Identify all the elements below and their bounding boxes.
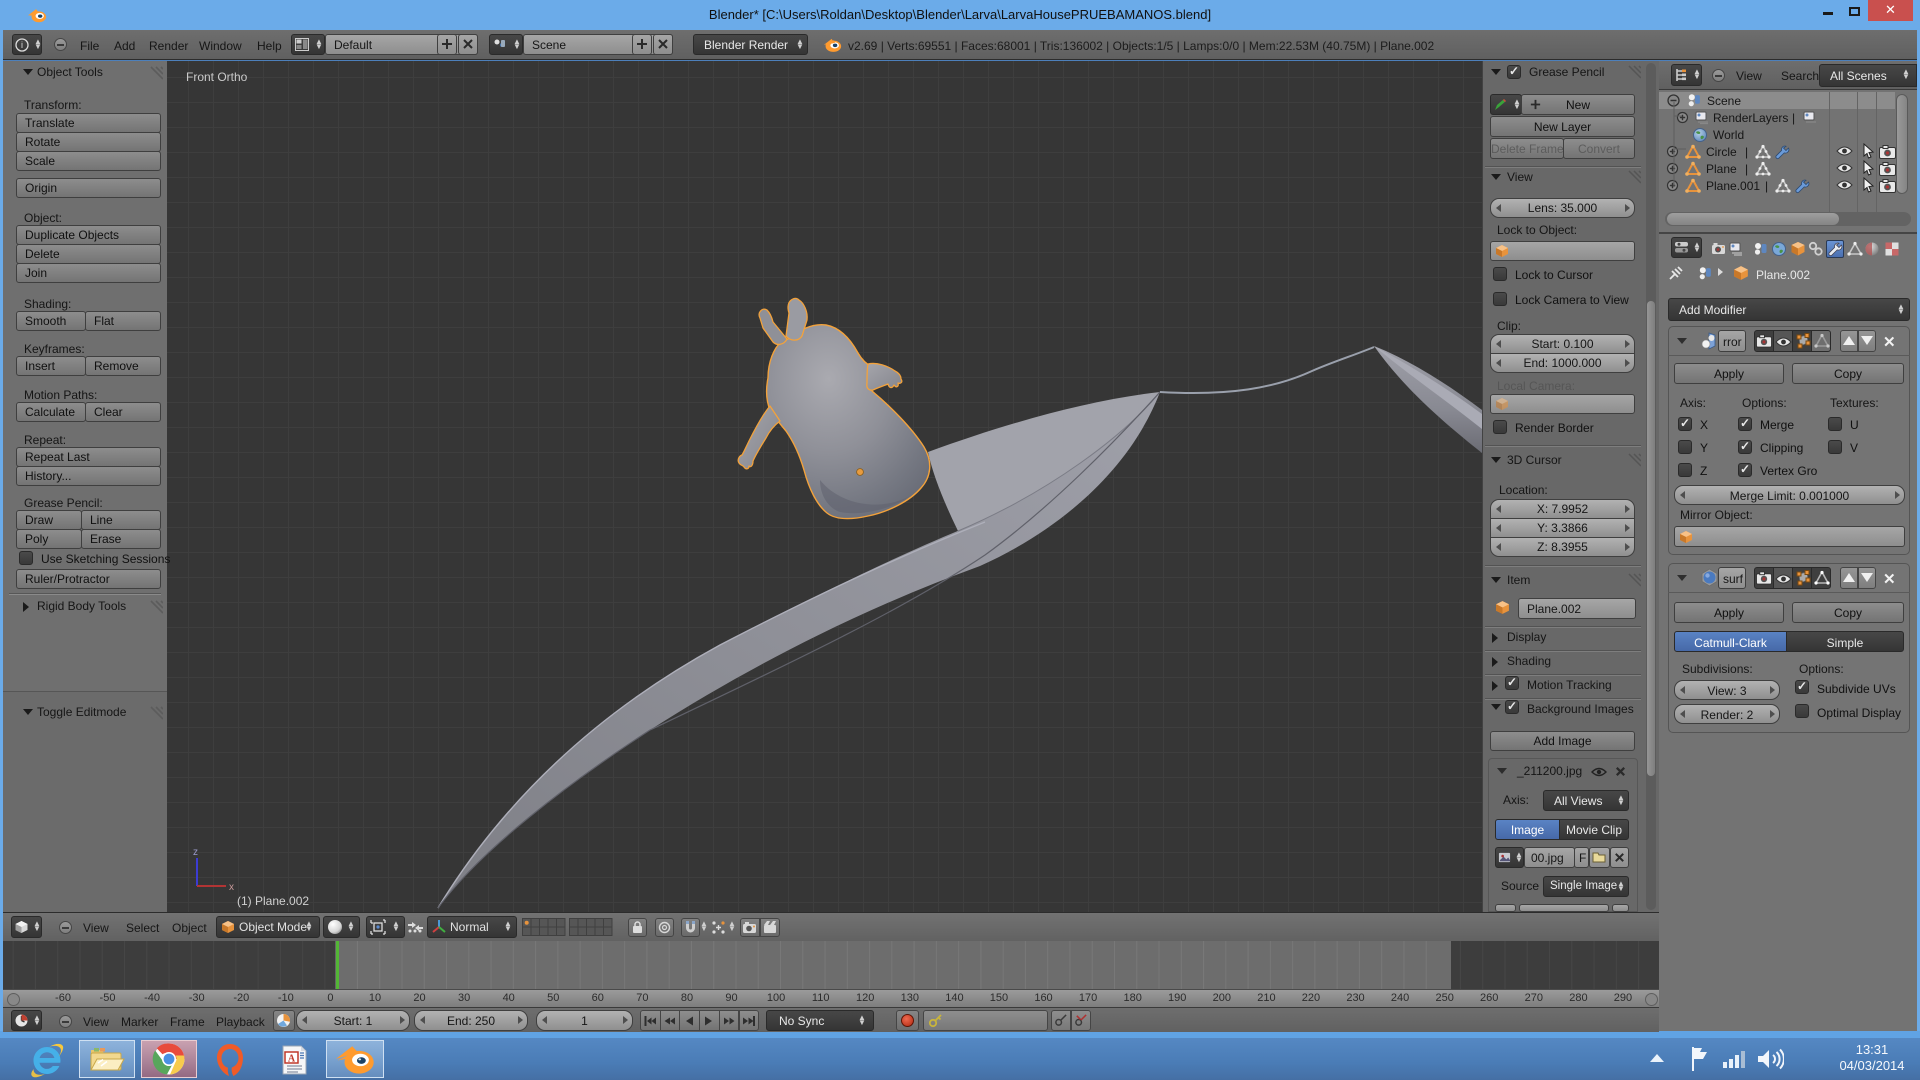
svg-text:A: A (288, 1054, 296, 1065)
svg-text:z: z (193, 847, 198, 858)
svg-text:(1) Plane.002: (1) Plane.002 (237, 894, 309, 908)
svg-text:i: i (21, 40, 23, 50)
svg-text:x: x (229, 882, 234, 893)
svg-text:Front Ortho: Front Ortho (186, 70, 248, 84)
